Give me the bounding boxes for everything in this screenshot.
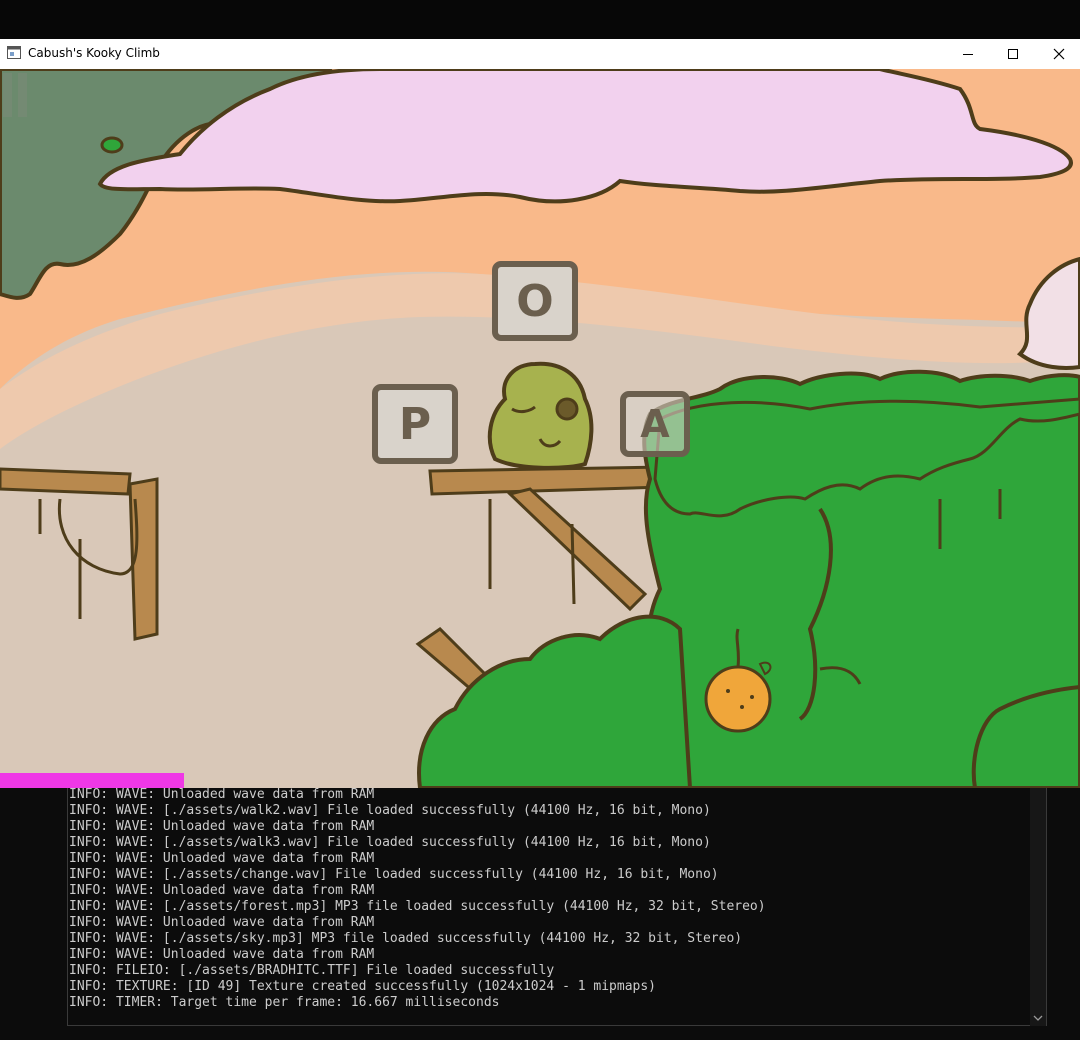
console-lines: INFO: WAVE: Unloaded wave data from RAM I… bbox=[69, 788, 766, 1011]
orange-fruit bbox=[704, 665, 772, 733]
game-scene bbox=[0, 69, 1080, 788]
console-line: INFO: WAVE: Unloaded wave data from RAM bbox=[69, 851, 375, 866]
console-line: INFO: WAVE: Unloaded wave data from RAM bbox=[69, 788, 375, 802]
window-titlebar[interactable] bbox=[0, 39, 1080, 69]
console-line: INFO: TIMER: Target time per frame: 16.6… bbox=[69, 995, 500, 1010]
close-button[interactable] bbox=[1036, 39, 1080, 69]
console-line: INFO: WAVE: [./assets/change.wav] File l… bbox=[69, 867, 719, 882]
maximize-button[interactable] bbox=[990, 39, 1036, 69]
maximize-icon bbox=[1008, 49, 1018, 59]
letter-tile-p: P bbox=[372, 384, 458, 464]
chevron-down-icon bbox=[1033, 1015, 1043, 1021]
close-icon bbox=[1053, 48, 1065, 60]
console-line: INFO: WAVE: Unloaded wave data from RAM bbox=[69, 947, 375, 962]
tile-letter: O bbox=[516, 275, 554, 327]
console-line: INFO: WAVE: [./assets/walk3.wav] File lo… bbox=[69, 835, 711, 850]
console-line: INFO: WAVE: Unloaded wave data from RAM bbox=[69, 883, 375, 898]
console-line: INFO: WAVE: Unloaded wave data from RAM bbox=[69, 915, 375, 930]
app-icon bbox=[7, 46, 21, 59]
tile-letter: P bbox=[398, 398, 432, 450]
minimize-icon bbox=[963, 54, 973, 55]
console-line: INFO: WAVE: [./assets/forest.mp3] MP3 fi… bbox=[69, 899, 766, 914]
game-viewport[interactable]: O P A bbox=[0, 69, 1080, 788]
console-line: INFO: WAVE: Unloaded wave data from RAM bbox=[69, 819, 375, 834]
console-line: INFO: FILEIO: [./assets/BRADHITC.TTF] Fi… bbox=[69, 963, 555, 978]
pause-icon[interactable] bbox=[0, 69, 32, 119]
minimize-button[interactable] bbox=[945, 39, 991, 69]
console-line: INFO: WAVE: [./assets/sky.mp3] MP3 file … bbox=[69, 931, 743, 946]
console-scrollbar[interactable] bbox=[1030, 788, 1046, 1026]
window-title: Cabush's Kooky Climb bbox=[28, 46, 160, 60]
console-output[interactable]: INFO: WAVE: Unloaded wave data from RAM I… bbox=[68, 788, 1046, 1026]
console-line: INFO: TEXTURE: [ID 49] Texture created s… bbox=[69, 979, 656, 994]
progress-bar bbox=[0, 773, 184, 788]
scroll-down-button[interactable] bbox=[1030, 1010, 1046, 1026]
console-line: INFO: WAVE: [./assets/walk2.wav] File lo… bbox=[69, 803, 711, 818]
desktop-top-strip bbox=[0, 0, 1080, 39]
letter-tile-o: O bbox=[492, 261, 578, 341]
tile-letter: A bbox=[640, 402, 670, 446]
letter-tile-a: A bbox=[620, 391, 690, 457]
